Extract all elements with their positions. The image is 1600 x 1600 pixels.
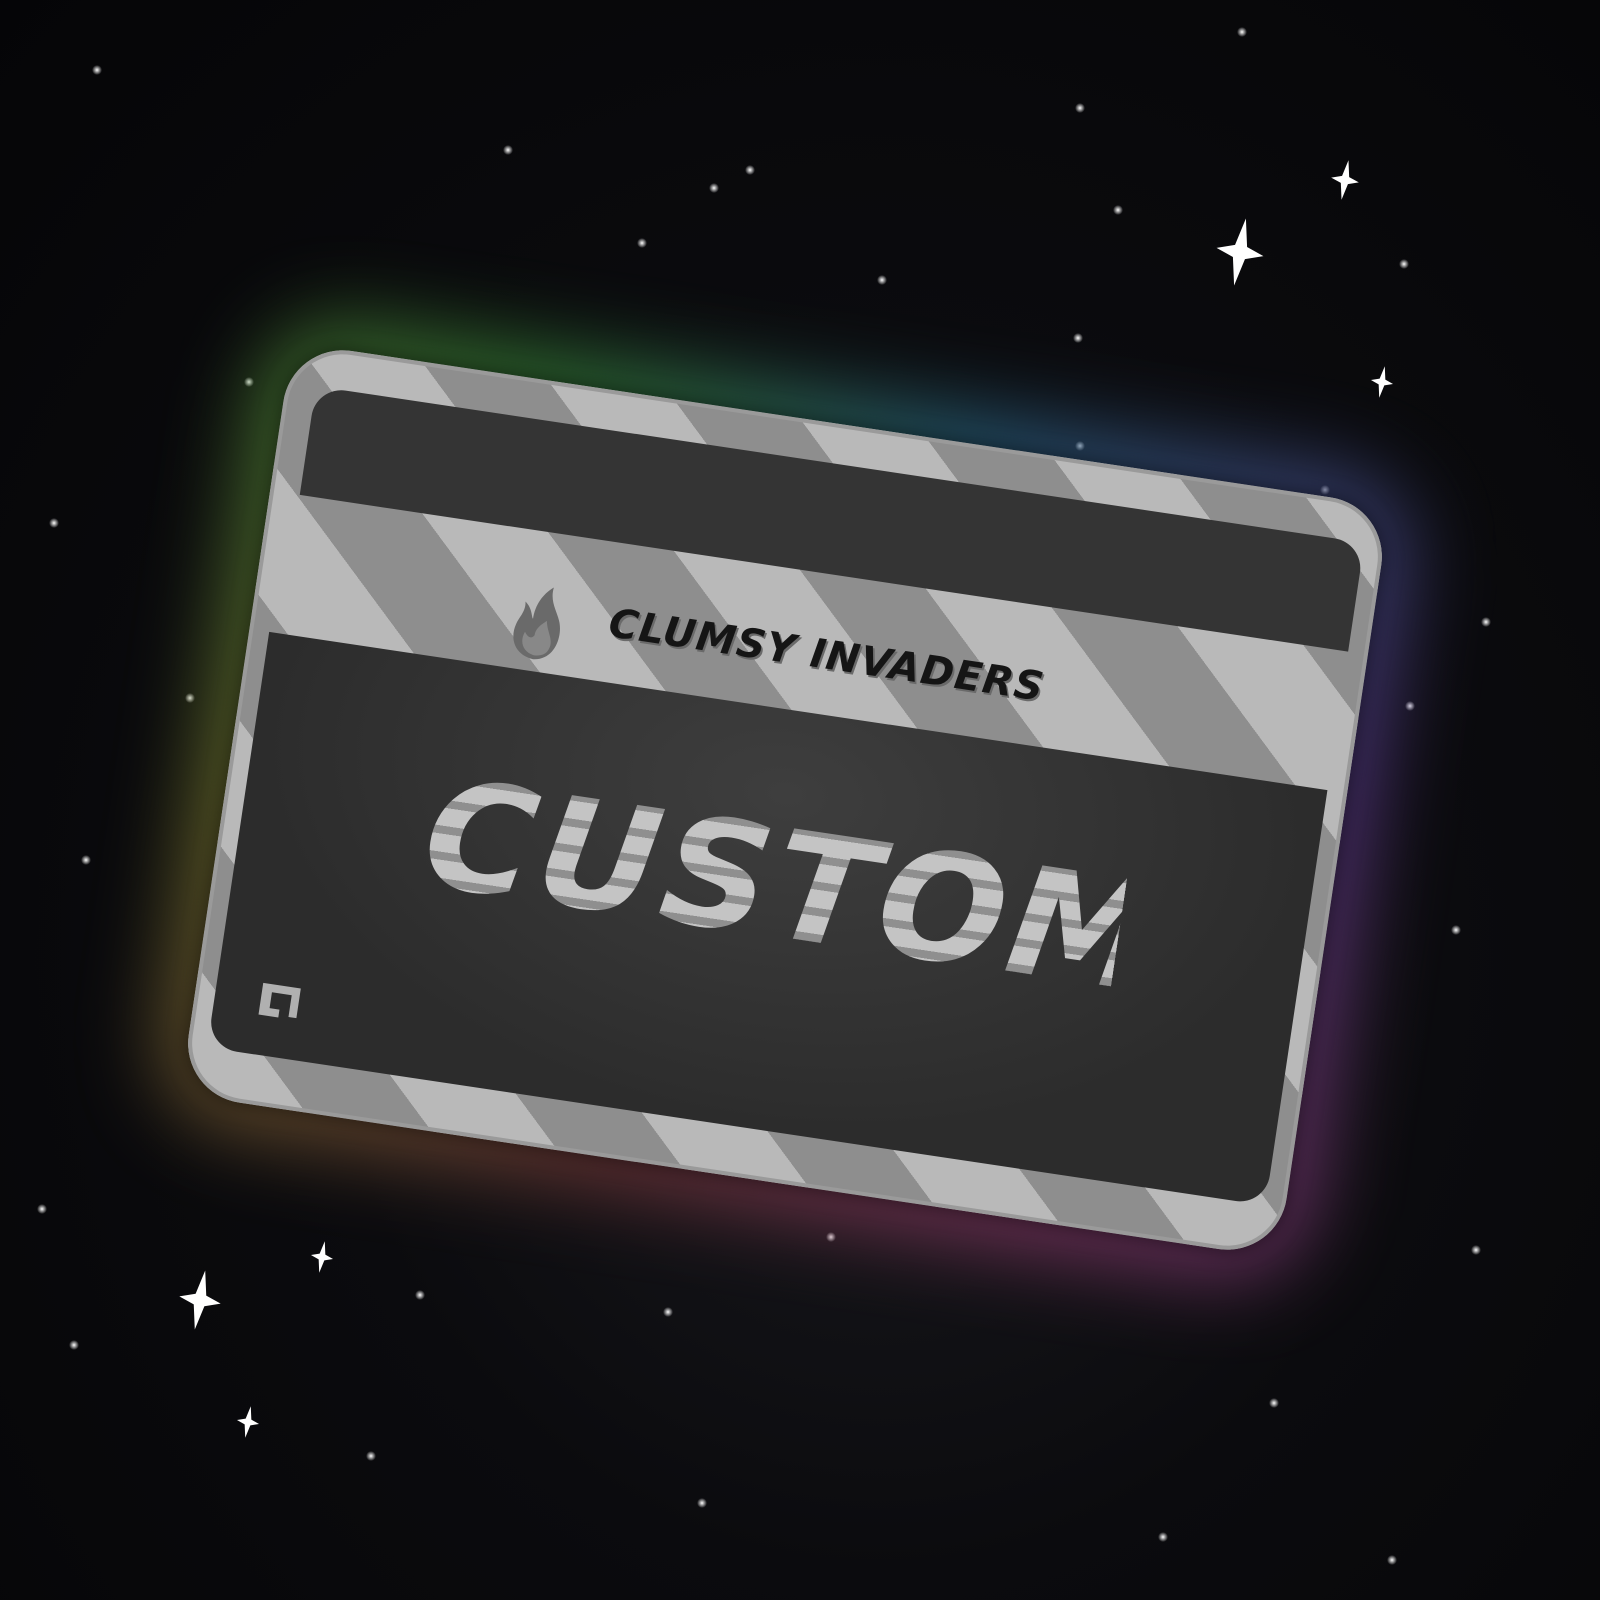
- star-dot: [37, 1204, 47, 1214]
- sparkle-star-icon: [1370, 366, 1394, 398]
- sparkle-star-icon: [310, 1241, 334, 1273]
- card-body: CLUMSY INVADERS CUSTOM: [179, 342, 1391, 1258]
- brand-monogram-icon: [258, 982, 301, 1019]
- sparkle-star-icon: [236, 1406, 260, 1438]
- star-dot: [697, 1498, 707, 1508]
- star-dot: [1075, 103, 1085, 113]
- star-dot: [49, 518, 59, 528]
- star-dot: [1481, 617, 1491, 627]
- star-dot: [637, 238, 647, 248]
- star-dot: [1073, 333, 1083, 343]
- scene: CLUMSY INVADERS CUSTOM: [0, 0, 1600, 1600]
- star-dot: [185, 693, 195, 703]
- flame-icon: [513, 587, 560, 660]
- star-dot: [1113, 205, 1123, 215]
- star-dot: [1158, 1532, 1168, 1542]
- star-dot: [92, 65, 102, 75]
- star-dot: [663, 1307, 673, 1317]
- star-dot: [69, 1340, 79, 1350]
- card: CLUMSY INVADERS CUSTOM: [145, 308, 1425, 1292]
- star-dot: [81, 855, 91, 865]
- sparkle-star-icon: [179, 1270, 221, 1330]
- star-dot: [1269, 1398, 1279, 1408]
- sparkle-star-icon: [1216, 218, 1264, 286]
- star-dot: [709, 183, 719, 193]
- star-dot: [1405, 701, 1415, 711]
- star-dot: [244, 377, 254, 387]
- sparkle-star-icon: [1331, 160, 1359, 200]
- star-dot: [1471, 1245, 1481, 1255]
- star-dot: [366, 1451, 376, 1461]
- star-dot: [415, 1290, 425, 1300]
- star-dot: [745, 165, 755, 175]
- star-dot: [1451, 925, 1461, 935]
- star-dot: [1387, 1555, 1397, 1565]
- star-dot: [877, 275, 887, 285]
- star-dot: [1237, 27, 1247, 37]
- star-dot: [826, 1232, 836, 1242]
- star-dot: [1399, 259, 1409, 269]
- star-dot: [503, 145, 513, 155]
